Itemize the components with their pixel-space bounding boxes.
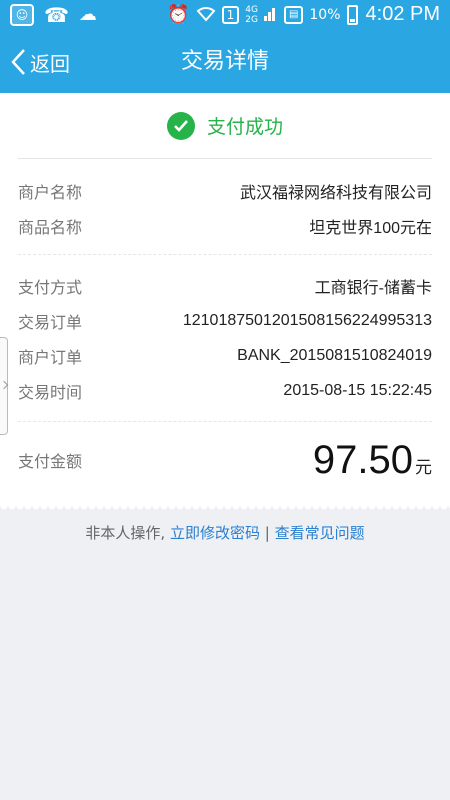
nav-bar: 返回 交易详情	[0, 31, 450, 93]
detail-label: 支付方式	[18, 278, 83, 297]
app-icon: ☺	[10, 4, 34, 26]
detail-value: 2015-08-15 15:22:45	[283, 382, 432, 399]
detail-value: 工商银行-储蓄卡	[314, 280, 432, 297]
missed-call-icon: ☎	[44, 3, 69, 27]
detail-value: 1210187501201508156224995313	[182, 312, 432, 329]
amount-row: 支付金额 97.50 元	[18, 433, 432, 487]
battery-label: 10%	[309, 6, 341, 23]
payment-status: 支付成功	[18, 93, 432, 159]
detail-row-merchant-order: 商户订单 BANK_2015081510824019	[18, 339, 432, 373]
side-drawer-handle[interactable]	[0, 337, 8, 435]
receipt-edge	[0, 506, 450, 512]
status-text: 支付成功	[206, 116, 283, 138]
save-icon: ▤	[283, 5, 304, 24]
wifi-icon	[196, 4, 216, 26]
network-type: 4G 2G	[245, 4, 258, 25]
amount-value: 97.50 元	[313, 438, 432, 483]
footer-separator: |	[259, 524, 275, 542]
transaction-card: 支付成功 商户名称 武汉福禄网络科技有限公司 商品名称 坦克世界100元在 支付…	[0, 93, 450, 506]
detail-row-transaction-time: 交易时间 2015-08-15 15:22:45	[18, 374, 432, 408]
detail-row-merchant: 商户名称 武汉福禄网络科技有限公司	[18, 174, 432, 208]
faq-link[interactable]: 查看常见问题	[275, 524, 365, 542]
detail-row-product: 商品名称 坦克世界100元在	[18, 209, 432, 243]
cloud-icon: ☁	[78, 4, 97, 25]
amount-label: 支付金额	[18, 452, 83, 471]
amount-number: 97.50	[312, 437, 413, 482]
change-password-link[interactable]: 立即修改密码	[170, 524, 260, 542]
detail-label: 商户订单	[18, 348, 83, 367]
page-title: 交易详情	[180, 49, 269, 74]
check-circle-icon	[166, 111, 195, 140]
battery-icon	[346, 4, 358, 25]
footer-prefix: 非本人操作,	[85, 524, 170, 542]
detail-label: 交易订单	[18, 313, 83, 332]
footer-links: 非本人操作, 立即修改密码 | 查看常见问题	[0, 522, 450, 543]
detail-label: 商品名称	[18, 218, 83, 237]
detail-value: 武汉福禄网络科技有限公司	[239, 185, 432, 202]
detail-row-payment-method: 支付方式 工商银行-储蓄卡	[18, 269, 432, 303]
detail-label: 商户名称	[18, 183, 83, 202]
detail-value: 坦克世界100元在	[309, 220, 432, 237]
alarm-icon: ⏰	[167, 4, 190, 25]
detail-label: 交易时间	[18, 383, 83, 402]
detail-row-transaction-order: 交易订单 1210187501201508156224995313	[18, 304, 432, 338]
divider	[18, 254, 432, 255]
sim-indicator: 1	[221, 5, 240, 24]
divider	[18, 421, 432, 422]
clock: 4:02 PM	[365, 3, 440, 25]
status-bar: ☺ ☎ ☁ ⏰ 1 4G 2G ▤ 10% 4:02 PM	[0, 0, 450, 31]
amount-unit: 元	[415, 457, 432, 478]
signal-icon	[263, 5, 278, 25]
detail-value: BANK_2015081510824019	[237, 347, 432, 364]
